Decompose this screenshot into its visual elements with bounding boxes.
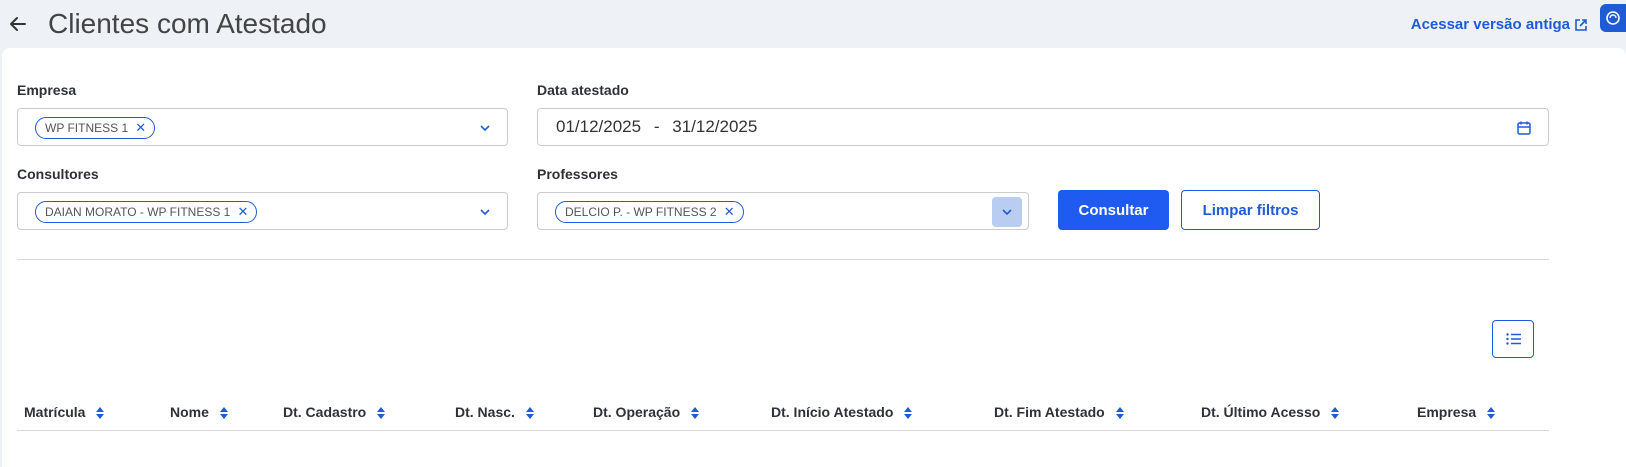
empresa-chip: WP FITNESS 1 ✕: [35, 117, 156, 139]
column-dt-nasc[interactable]: Dt. Nasc.: [455, 404, 535, 420]
date-range-text: 01/12/2025 - 31/12/2025: [556, 117, 757, 137]
column-label: Dt. Último Acesso: [1201, 404, 1321, 420]
date-start: 01/12/2025: [556, 117, 642, 136]
chip-label: WP FITNESS 1: [45, 121, 129, 135]
back-arrow-icon[interactable]: [8, 14, 28, 34]
chip-label: DELCIO P. - WP FITNESS 2: [565, 205, 717, 219]
chevron-down-icon[interactable]: [479, 206, 491, 218]
limpar-filtros-button[interactable]: Limpar filtros: [1181, 190, 1320, 230]
sort-icon[interactable]: [376, 406, 386, 420]
sort-icon[interactable]: [1486, 406, 1496, 420]
column-dt-ultimo-acesso[interactable]: Dt. Último Acesso: [1201, 404, 1340, 420]
sort-icon[interactable]: [219, 406, 229, 420]
sort-icon[interactable]: [690, 406, 700, 420]
empresa-select[interactable]: WP FITNESS 1 ✕: [17, 108, 508, 146]
calendar-icon[interactable]: [1516, 120, 1532, 136]
sort-icon[interactable]: [903, 406, 913, 420]
professores-dropdown-toggle[interactable]: [992, 197, 1022, 227]
date-separator: -: [653, 117, 660, 136]
sort-icon[interactable]: [525, 406, 535, 420]
sort-icon[interactable]: [95, 406, 105, 420]
table-header: Matrícula Nome Dt. Cadastro Dt. Nasc. Dt…: [17, 395, 1549, 431]
column-settings-button[interactable]: [1492, 320, 1534, 358]
professor-chip: DELCIO P. - WP FITNESS 2 ✕: [555, 201, 744, 223]
column-label: Dt. Início Atestado: [771, 404, 894, 420]
divider: [17, 259, 1549, 260]
date-range-input[interactable]: 01/12/2025 - 31/12/2025: [537, 108, 1549, 146]
close-icon[interactable]: ✕: [724, 202, 735, 222]
professores-label: Professores: [537, 166, 618, 182]
empresa-label: Empresa: [17, 82, 77, 98]
chevron-down-icon[interactable]: [479, 122, 491, 134]
column-matricula[interactable]: Matrícula: [24, 404, 105, 420]
column-label: Dt. Cadastro: [283, 404, 367, 420]
filter-panel: Empresa WP FITNESS 1 ✕ Data atestado 01/…: [2, 48, 1626, 467]
professores-select[interactable]: DELCIO P. - WP FITNESS 2 ✕: [537, 192, 1029, 230]
consultar-button[interactable]: Consultar: [1058, 190, 1169, 230]
column-label: Dt. Operação: [593, 404, 681, 420]
consultores-label: Consultores: [17, 166, 99, 182]
column-label: Dt. Nasc.: [455, 404, 515, 420]
chip-label: DAIAN MORATO - WP FITNESS 1: [45, 205, 231, 219]
list-icon: [1506, 333, 1521, 345]
page-title: Clientes com Atestado: [48, 8, 327, 39]
column-dt-inicio-atestado[interactable]: Dt. Início Atestado: [771, 404, 913, 420]
assistant-icon: [1606, 11, 1620, 25]
data-atestado-label: Data atestado: [537, 82, 629, 98]
column-label: Dt. Fim Atestado: [994, 404, 1105, 420]
column-label: Empresa: [1417, 404, 1477, 420]
column-empresa[interactable]: Empresa: [1417, 404, 1496, 420]
sort-icon[interactable]: [1115, 406, 1125, 420]
page-header: Clientes com Atestado Acessar versão ant…: [0, 0, 1626, 48]
assistant-badge[interactable]: [1600, 4, 1626, 32]
column-label: Matrícula: [24, 404, 86, 420]
chevron-down-icon: [1002, 209, 1012, 216]
date-end: 31/12/2025: [672, 117, 758, 136]
column-dt-operacao[interactable]: Dt. Operação: [593, 404, 700, 420]
consultor-chip: DAIAN MORATO - WP FITNESS 1 ✕: [35, 201, 258, 223]
close-icon[interactable]: ✕: [135, 118, 146, 138]
column-label: Nome: [170, 404, 209, 420]
old-version-link[interactable]: Acessar versão antiga: [1411, 16, 1570, 33]
consultores-select[interactable]: DAIAN MORATO - WP FITNESS 1 ✕: [17, 192, 508, 230]
external-link-icon[interactable]: [1574, 18, 1588, 32]
column-dt-cadastro[interactable]: Dt. Cadastro: [283, 404, 386, 420]
column-nome[interactable]: Nome: [170, 404, 229, 420]
close-icon[interactable]: ✕: [237, 202, 248, 222]
sort-icon[interactable]: [1330, 406, 1340, 420]
column-dt-fim-atestado[interactable]: Dt. Fim Atestado: [994, 404, 1125, 420]
